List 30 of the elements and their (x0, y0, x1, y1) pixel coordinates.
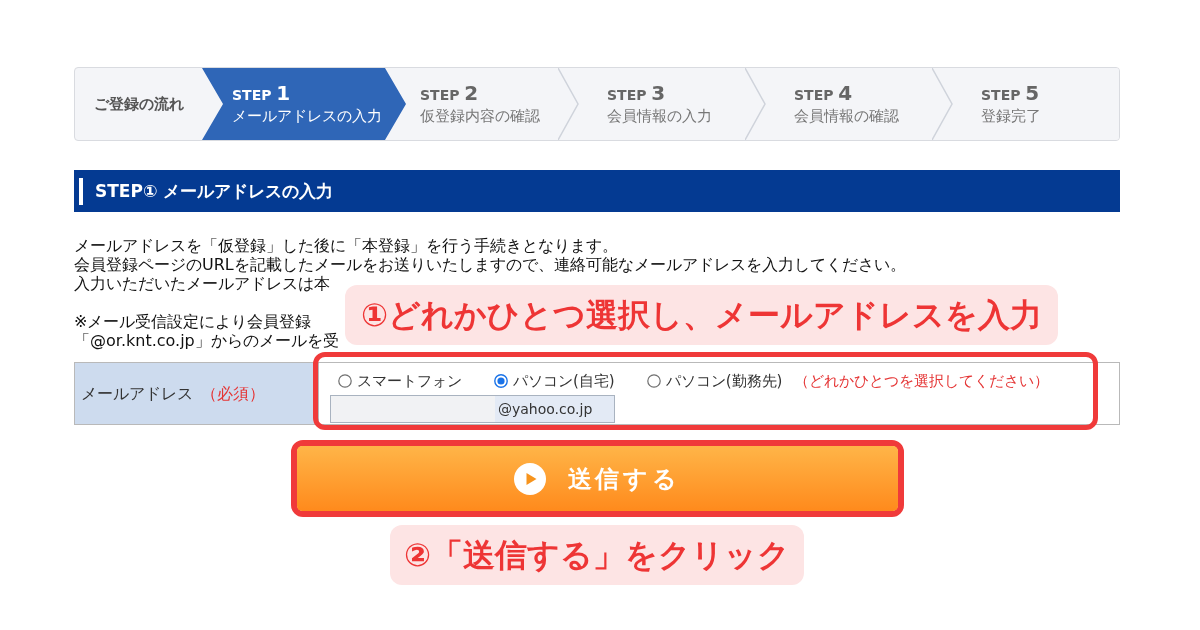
step-number: STEP 5 (981, 82, 1040, 106)
radio-icon[interactable] (646, 374, 661, 388)
step-title: 登録完了 (981, 106, 1041, 126)
step-title: メールアドレスの入力 (232, 106, 382, 126)
hint-text: （どれかひとつを選択してください） (794, 370, 1050, 392)
intro-text: 入力いただいたメールアドレスは本 (74, 274, 330, 293)
step-number: STEP 3 (607, 82, 666, 106)
step-number: STEP 4 (794, 82, 853, 106)
step-number: STEP 1 (232, 82, 291, 106)
radio-icon[interactable] (338, 374, 352, 388)
required-mark: （必須） (201, 382, 265, 405)
radio-icon[interactable] (494, 374, 508, 388)
step-number: STEP 2 (420, 82, 479, 106)
step-title: 仮登録内容の確認 (420, 106, 540, 126)
section-title: STEP① メールアドレスの入力 (79, 177, 334, 205)
radio-option[interactable]: パソコン(勤務先) (646, 369, 783, 393)
intro-text: メールアドレスを「仮登録」した後に「本登録」を行う手続きとなります。 (74, 236, 618, 255)
field-label: メールアドレス (81, 382, 193, 405)
radio-option[interactable]: スマートフォン (338, 369, 462, 393)
notice-text: ※メール受信設定により会員登録 (74, 312, 312, 331)
step-title: 会員情報の入力 (607, 106, 712, 126)
annotation-label: ①どれかひとつ選択し、メールアドレスを入力 (345, 285, 1059, 345)
email-input[interactable]: @yahoo.co.jp (330, 395, 615, 423)
radio-option[interactable]: パソコン(自宅) (494, 369, 615, 393)
step-bar-title: ご登録の流れ (93, 93, 184, 115)
notice-text: 「@or.knt.co.jp」からのメールを受 (74, 331, 339, 350)
play-icon (513, 462, 546, 495)
step-title: 会員情報の確認 (794, 106, 899, 126)
intro-text: 会員登録ページのURLを記載したメールをお送りいたしますので、連絡可能なメールアドレスを入力してください。 (74, 255, 906, 274)
annotation-label: ②「送信する」をクリック (389, 525, 805, 585)
